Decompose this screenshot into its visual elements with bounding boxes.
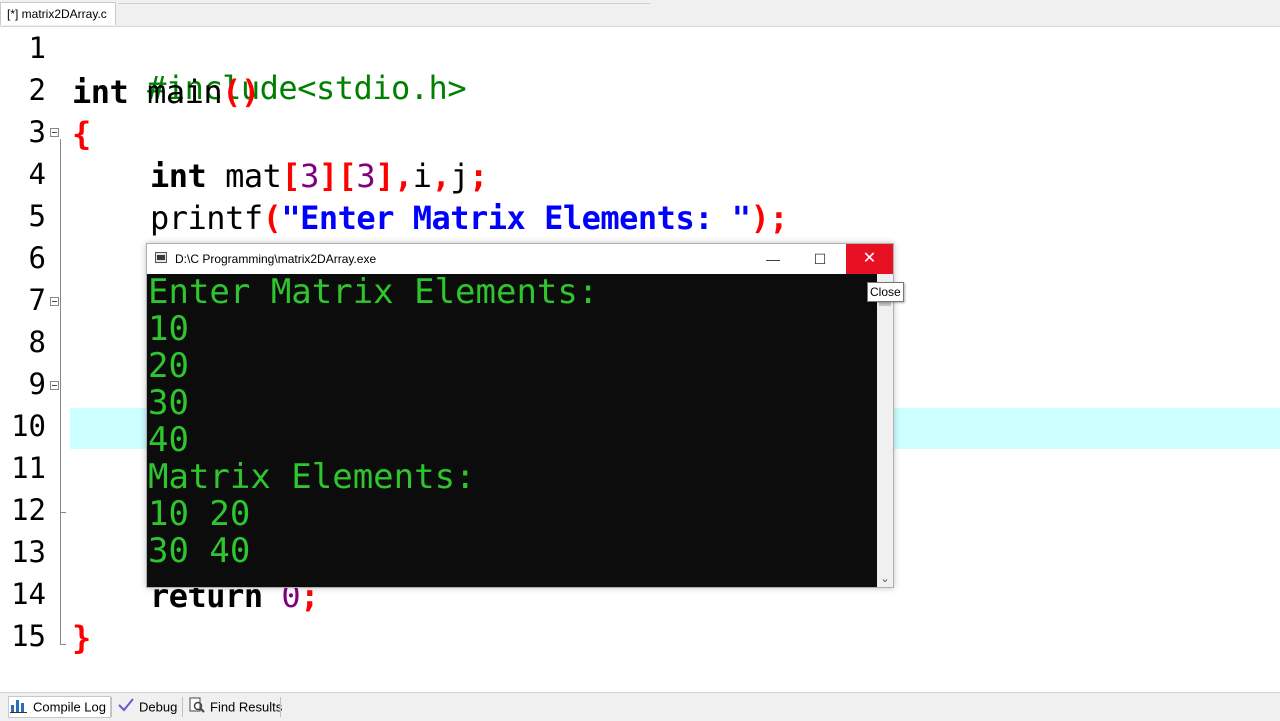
symbol: ( (262, 199, 282, 237)
minimize-button[interactable]: — (750, 244, 796, 274)
code-line-15: } (72, 619, 91, 657)
console-output-line: Enter Matrix Elements: (148, 274, 599, 312)
close-tooltip: Close (867, 282, 904, 302)
identifier: mat (206, 157, 282, 195)
symbol: ; (469, 157, 488, 195)
code-line-3: { (72, 115, 91, 153)
number-literal: 3 (356, 157, 376, 195)
symbol: () (222, 73, 260, 111)
line-number: 11 (11, 451, 46, 485)
tab-label: Find Results (210, 699, 283, 715)
identifier: i (412, 157, 432, 195)
editor-tab-strip: [*] matrix2DArray.c (0, 0, 1280, 27)
symbol: { (72, 115, 91, 153)
symbol: ], (375, 157, 413, 195)
console-output-line: Matrix Elements: (148, 457, 476, 497)
code-line-5: printf("Enter Matrix Elements: "); (150, 199, 789, 237)
bottom-panel-tabs: Compile Log Debug Find Results (0, 692, 1280, 721)
maximize-button[interactable]: ☐ (797, 244, 843, 274)
symbol: ); (750, 199, 789, 237)
line-number: 15 (11, 619, 46, 653)
tab-strip-divider (118, 3, 650, 4)
console-title: D:\C Programming\matrix2DArray.exe (175, 252, 377, 266)
find-icon (188, 697, 206, 719)
fold-end-marker (60, 512, 66, 513)
fold-end-marker (60, 644, 66, 645)
line-number: 14 (11, 577, 46, 611)
line-number: 2 (28, 73, 46, 107)
line-number: 1 (28, 31, 46, 65)
line-number: 9 (28, 367, 46, 401)
console-output-area[interactable]: Enter Matrix Elements: 10 20 30 40 Matri… (147, 274, 877, 587)
symbol: ][ (318, 157, 357, 195)
console-output-line: 30 (148, 383, 189, 423)
tab-label: Compile Log (33, 699, 106, 715)
console-title-bar[interactable]: D:\C Programming\matrix2DArray.exe — ☐ ✕ (147, 244, 893, 274)
line-number: 3 (28, 115, 46, 149)
console-output-line: 10 (148, 309, 189, 349)
console-output-line: 40 (148, 420, 189, 460)
fold-collapse-icon[interactable] (50, 381, 59, 390)
tab-separator (111, 697, 112, 717)
console-app-icon[interactable] (155, 252, 167, 263)
tab-compile-log[interactable]: Compile Log (8, 696, 111, 718)
line-number-gutter: 1 2 3 4 5 6 7 8 9 10 11 12 13 14 15 (0, 27, 70, 692)
keyword: int (72, 73, 129, 111)
fold-collapse-icon[interactable] (50, 297, 59, 306)
string-literal: "Enter Matrix Elements: " (281, 199, 751, 237)
line-number: 5 (28, 199, 46, 233)
line-number: 13 (11, 535, 46, 569)
keyword: int (150, 157, 207, 195)
tab-separator (182, 697, 183, 717)
symbol: , (431, 157, 451, 195)
tab-find-results[interactable]: Find Results (188, 697, 282, 717)
line-number: 7 (28, 283, 46, 317)
line-number: 12 (11, 493, 46, 527)
console-output-line: 10 20 (148, 494, 251, 534)
scroll-down-arrow-icon[interactable]: ⌄ (877, 571, 893, 587)
line-number: 8 (28, 325, 46, 359)
code-line-2: int main() (72, 73, 260, 111)
symbol: [ (281, 157, 301, 195)
number-literal: 3 (300, 157, 319, 195)
checkmark-icon (117, 697, 135, 719)
identifier: printf (150, 199, 263, 237)
close-button[interactable]: ✕ (846, 244, 893, 274)
line-number: 4 (28, 157, 46, 191)
fold-collapse-icon[interactable] (50, 128, 59, 137)
tab-debug[interactable]: Debug (117, 697, 177, 717)
fold-guide-line (60, 139, 61, 644)
code-line-4: int mat[3][3],i,j; (150, 157, 488, 195)
tab-matrix2darray[interactable]: [*] matrix2DArray.c (0, 2, 116, 25)
line-number: 6 (28, 241, 46, 275)
console-window[interactable]: D:\C Programming\matrix2DArray.exe — ☐ ✕… (146, 243, 894, 588)
identifier: j (450, 157, 470, 195)
tab-label: Debug (139, 699, 178, 715)
symbol: } (72, 619, 91, 657)
bar-chart-icon (9, 697, 29, 719)
identifier: main (128, 73, 223, 111)
console-output-line: 20 (148, 346, 189, 386)
console-output-line: 30 40 (148, 531, 251, 571)
line-number: 10 (11, 409, 46, 443)
console-scrollbar[interactable]: ⌄ (877, 274, 893, 587)
tab-separator (280, 697, 281, 717)
